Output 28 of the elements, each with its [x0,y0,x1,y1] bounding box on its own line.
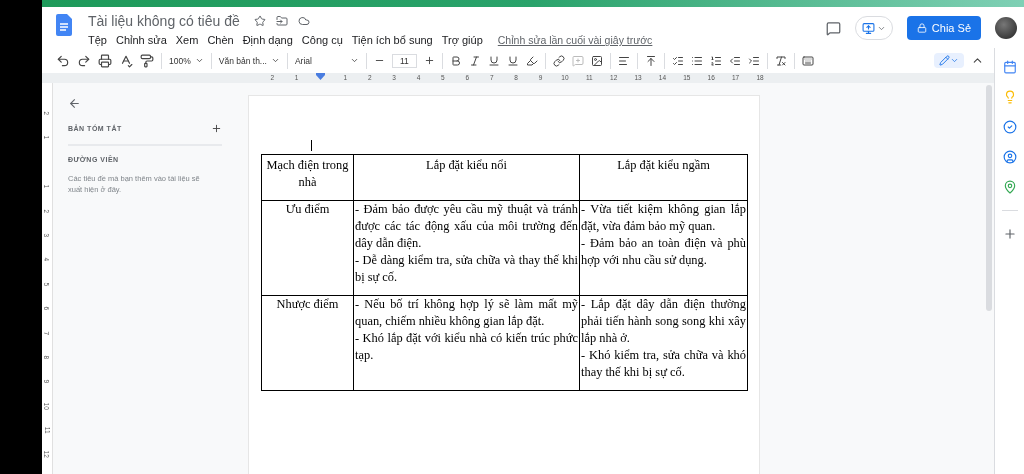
last-edit-link[interactable]: Chỉnh sửa lần cuối vài giây trước [497,34,653,46]
menu-item[interactable]: Xem [175,34,199,46]
table-header-cell: Lắp đặt kiểu ngầm [579,154,748,201]
menu-item[interactable]: Trợ giúp [441,34,483,46]
table-row-label: Ưu điểm [284,201,331,218]
table-header-cell: Lắp đặt kiểu nổi [353,154,580,201]
table-cell-text: - Đảm bảo được yêu cầu mỹ thuật và tránh được các tác động xấu của môi trường đến dây dẫn điện. [355,201,578,252]
table-cell-text: - Khó kiểm tra, sửa chữa và khó thay thế khi bị sự cố. [581,347,746,381]
menu-item[interactable]: Chèn [207,34,234,46]
table-header-cell: Mạch điện trong nhà [261,154,354,201]
table-cell-text: - Dễ dàng kiểm tra, sửa chữa và thay thế khi bị sự cố. [355,252,578,286]
font-dropdown[interactable]: Arial [294,55,359,66]
font-size-field[interactable]: 11 [391,53,417,68]
menu-item[interactable]: Tệp [88,34,107,46]
menu-item[interactable]: Chỉnh sửa [115,34,167,46]
document-title[interactable]: Tài liệu không có tiêu đề [88,12,240,29]
menu-item[interactable]: Định dạng [242,34,293,46]
table-cell-text: - Vừa tiết kiệm không gian lắp đặt, vừa đảm bảo mỹ quan. [581,201,746,235]
zoom-dropdown[interactable]: 100% [169,55,204,66]
style-dropdown[interactable]: Văn bản th... [218,55,280,66]
table-cell-text: - Khó lắp đặt với kiểu nhà có kiến trúc phức tạp. [355,330,578,364]
table-row-label: Nhược điểm [275,296,340,313]
menu-item[interactable]: Tiện ích bổ sung [351,34,433,46]
menu-item[interactable]: Công cụ [301,34,343,46]
table-cell-text: - Đảm bảo an toàn điện và phù hợp với nhu cầu sử dụng. [581,235,746,269]
share-button[interactable]: Chia Sẻ [906,16,981,40]
table-cell-text: - Lắp đặt dây dẫn điện thường phải tiến hành song song khi xây lắp nhà ở. [581,296,746,347]
table-cell-text: - Nếu bố trí không hợp lý sẽ làm mất mỹ quan, chiếm nhiều không gian lắp đặt. [355,296,578,330]
